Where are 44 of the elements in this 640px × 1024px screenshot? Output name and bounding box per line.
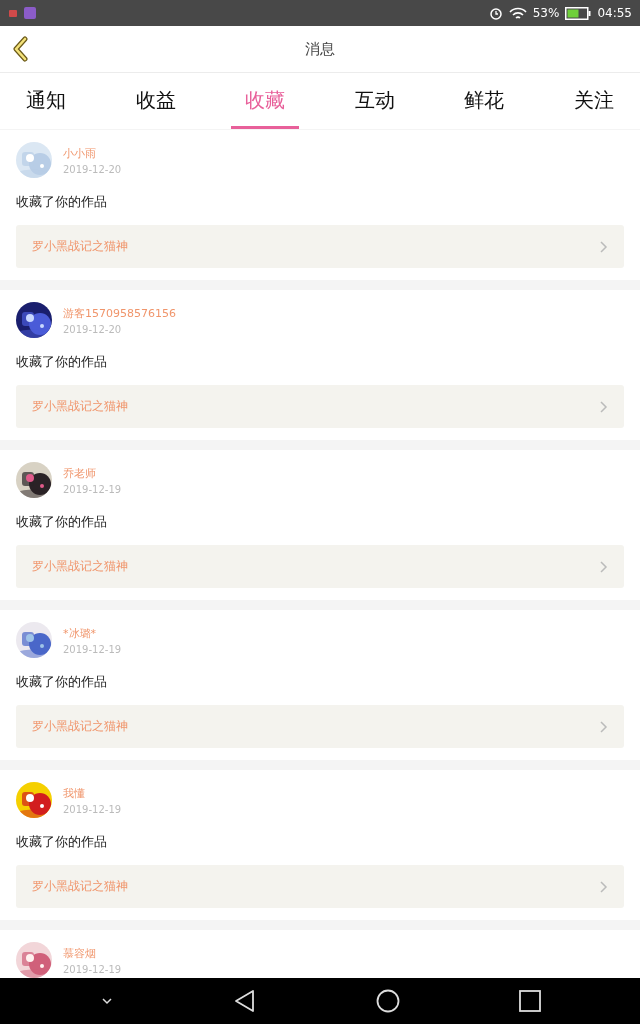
user-name[interactable]: 游客1570958576156 bbox=[63, 305, 176, 321]
message-date: 2019-12-19 bbox=[63, 643, 122, 655]
message-date: 2019-12-19 bbox=[63, 483, 122, 495]
battery-icon bbox=[565, 6, 592, 20]
message-date: 2019-12-20 bbox=[63, 163, 122, 175]
message-text: 收藏了你的作品 bbox=[16, 193, 108, 211]
user-name[interactable]: *冰璐* bbox=[63, 625, 122, 641]
tab[interactable]: 鲜花 bbox=[450, 73, 519, 129]
recents-icon[interactable] bbox=[518, 990, 541, 1012]
battery-percent: 53% bbox=[532, 6, 560, 20]
work-link[interactable]: 罗小黑战记之猫神 bbox=[16, 385, 624, 428]
message-date: 2019-12-20 bbox=[63, 323, 123, 335]
message-text: 收藏了你的作品 bbox=[16, 353, 108, 371]
message-text: 收藏了你的作品 bbox=[16, 513, 108, 531]
chevron-icon bbox=[600, 880, 608, 893]
tab[interactable]: 通知 bbox=[12, 73, 80, 129]
work-link[interactable]: 罗小黑战记之猫神 bbox=[16, 545, 624, 588]
message-date: 2019-12-19 bbox=[63, 803, 122, 815]
message-text: 收藏了你的作品 bbox=[16, 673, 108, 691]
user-name[interactable]: 慕容烟 bbox=[63, 945, 122, 961]
user-name[interactable]: 小小雨 bbox=[63, 145, 122, 161]
user-name[interactable]: 我懂 bbox=[63, 785, 122, 801]
message-text: 收藏了你的作品 bbox=[16, 833, 108, 851]
chevron-icon bbox=[600, 720, 608, 733]
home-icon[interactable] bbox=[375, 989, 400, 1013]
wifi-icon bbox=[508, 6, 527, 20]
back-icon[interactable] bbox=[232, 989, 257, 1013]
tab[interactable]: 关注 bbox=[559, 73, 628, 129]
chevron-icon bbox=[600, 240, 608, 253]
work-link[interactable]: 罗小黑战记之猫神 bbox=[16, 705, 624, 748]
message-date: 2019-12-19 bbox=[63, 963, 122, 975]
tab[interactable]: 互动 bbox=[340, 73, 409, 129]
clock-time: 04:55 bbox=[597, 6, 632, 20]
work-link[interactable]: 罗小黑战记之猫神 bbox=[16, 865, 624, 908]
user-name[interactable]: 乔老师 bbox=[63, 465, 122, 481]
app-icon bbox=[8, 8, 18, 18]
hide-keyboard-icon[interactable] bbox=[99, 996, 114, 1006]
alarm-icon bbox=[488, 6, 503, 20]
page-title: 消息 bbox=[305, 39, 335, 59]
app-icon bbox=[24, 7, 36, 19]
tab[interactable]: 收益 bbox=[121, 73, 190, 129]
chevron-icon bbox=[600, 560, 608, 573]
work-link[interactable]: 罗小黑战记之猫神 bbox=[16, 225, 624, 268]
chevron-icon bbox=[600, 400, 608, 413]
